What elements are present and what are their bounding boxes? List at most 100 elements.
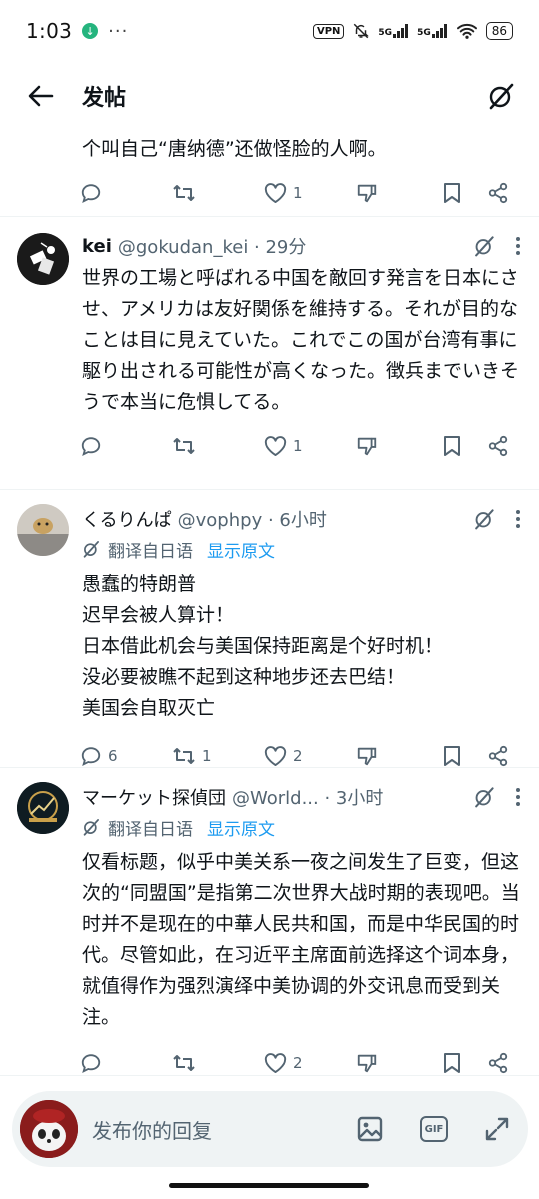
signal-icon-2: 5G bbox=[417, 24, 448, 38]
like-button[interactable]: 1 bbox=[264, 435, 356, 457]
expand-icon[interactable] bbox=[484, 1116, 510, 1142]
post-line: 没必要被瞧不起到这种地步还去巴结！ bbox=[82, 666, 406, 688]
post-line: 日本借此机会与美国保持距离是个好时机！ bbox=[82, 635, 444, 657]
bookmark-button[interactable] bbox=[443, 435, 487, 457]
show-original-link[interactable]: 显示原文 bbox=[207, 815, 275, 840]
thumbs-down-icon bbox=[357, 1054, 377, 1073]
retweet-button[interactable] bbox=[172, 435, 264, 457]
like-count: 1 bbox=[293, 437, 303, 455]
share-button[interactable] bbox=[487, 182, 517, 204]
reply-input[interactable]: 发布你的回复 bbox=[92, 1115, 212, 1144]
bookmark-icon bbox=[444, 436, 460, 456]
wifi-icon bbox=[456, 23, 477, 39]
dislike-button[interactable] bbox=[356, 435, 443, 457]
grok-icon[interactable] bbox=[473, 235, 495, 257]
back-arrow-icon[interactable] bbox=[28, 85, 54, 107]
page-title: 发帖 bbox=[82, 86, 127, 111]
retweet-icon bbox=[173, 1055, 195, 1071]
reply-post[interactable]: くるりんぱ @vophpy · 6小时 翻译自日语 显示原文 愚蠢的特朗普 迟早… bbox=[0, 490, 539, 768]
reply-icon bbox=[81, 747, 101, 766]
reply-button[interactable] bbox=[80, 435, 172, 457]
reply-icon bbox=[81, 1054, 101, 1073]
share-icon bbox=[488, 182, 508, 204]
bookmark-button[interactable] bbox=[443, 745, 487, 767]
reply-icon bbox=[81, 184, 101, 203]
like-button[interactable]: 2 bbox=[264, 1052, 356, 1074]
thumbs-down-icon bbox=[357, 747, 377, 766]
more-options-icon[interactable] bbox=[515, 787, 521, 807]
share-button[interactable] bbox=[487, 745, 517, 767]
reply-button[interactable]: 6 bbox=[80, 745, 172, 767]
thumbs-down-icon bbox=[357, 437, 377, 456]
bookmark-icon bbox=[444, 1053, 460, 1073]
bookmark-button[interactable] bbox=[443, 1052, 487, 1074]
post-meta: くるりんぱ @vophpy · 6小时 bbox=[82, 504, 521, 534]
reply-button[interactable] bbox=[80, 182, 172, 204]
author-name[interactable]: マーケット探偵団 bbox=[82, 784, 226, 810]
share-icon bbox=[488, 745, 508, 767]
gif-icon[interactable]: GIF bbox=[420, 1116, 448, 1142]
bookmark-icon bbox=[444, 746, 460, 766]
reply-post[interactable]: 个叫自己“唐纳德”还做怪脸的人啊。 1 bbox=[0, 130, 539, 217]
heart-icon bbox=[264, 1052, 287, 1073]
reply-post[interactable]: kei @gokudan_kei · 29分 世界の工場と呼ばれる中国を敵回す発… bbox=[0, 217, 539, 490]
avatar[interactable] bbox=[17, 504, 69, 556]
dislike-button[interactable] bbox=[356, 745, 443, 767]
author-handle[interactable]: @World... · 3小时 bbox=[232, 784, 383, 810]
home-indicator[interactable] bbox=[169, 1183, 369, 1188]
vpn-badge: VPN bbox=[312, 23, 345, 39]
bookmark-icon bbox=[444, 183, 460, 203]
translation-row: 翻译自日语 显示原文 bbox=[82, 812, 521, 842]
reply-post[interactable]: マーケット探偵団 @World... · 3小时 翻译自日语 显示原文 仅看标题… bbox=[0, 768, 539, 1076]
heart-icon bbox=[264, 182, 287, 203]
avatar[interactable] bbox=[17, 782, 69, 834]
bookmark-button[interactable] bbox=[443, 182, 487, 204]
avatar bbox=[20, 1100, 78, 1158]
retweet-icon bbox=[173, 185, 195, 201]
share-button[interactable] bbox=[487, 1052, 517, 1074]
share-icon bbox=[488, 435, 508, 457]
grok-icon[interactable] bbox=[473, 508, 495, 530]
author-name[interactable]: kei bbox=[82, 236, 112, 257]
post-meta: マーケット探偵団 @World... · 3小时 bbox=[82, 782, 521, 812]
dislike-button[interactable] bbox=[356, 1052, 443, 1074]
retweet-button[interactable] bbox=[172, 182, 264, 204]
thumbs-down-icon bbox=[357, 184, 377, 203]
author-name[interactable]: くるりんぱ bbox=[82, 506, 172, 532]
more-options-icon[interactable] bbox=[515, 236, 521, 256]
share-icon bbox=[488, 1052, 508, 1074]
author-handle[interactable]: @gokudan_kei · 29分 bbox=[118, 233, 307, 259]
more-options-icon[interactable] bbox=[515, 509, 521, 529]
retweet-icon bbox=[173, 438, 195, 454]
author-handle[interactable]: @vophpy · 6小时 bbox=[178, 506, 327, 532]
retweet-button[interactable] bbox=[172, 1052, 264, 1074]
like-button[interactable]: 2 bbox=[264, 745, 356, 767]
reply-button[interactable] bbox=[80, 1052, 172, 1074]
show-original-link[interactable]: 显示原文 bbox=[207, 537, 275, 562]
reply-count: 6 bbox=[108, 747, 118, 765]
share-button[interactable] bbox=[487, 435, 517, 457]
retweet-button[interactable]: 1 bbox=[172, 745, 264, 767]
mute-icon bbox=[354, 23, 370, 39]
post-line: 愚蠢的特朗普 bbox=[82, 573, 197, 595]
like-count: 2 bbox=[293, 747, 303, 765]
reply-composer-bar[interactable]: 发布你的回复 GIF bbox=[12, 1091, 528, 1167]
heart-icon bbox=[264, 435, 287, 456]
grok-icon[interactable] bbox=[487, 82, 515, 110]
battery-indicator: 86 bbox=[485, 22, 513, 40]
translation-row: 翻译自日语 显示原文 bbox=[82, 534, 521, 564]
post-meta: kei @gokudan_kei · 29分 bbox=[82, 231, 521, 261]
post-line: 美国会自取灭亡 bbox=[82, 697, 216, 719]
top-header: 发帖 bbox=[0, 62, 539, 130]
dislike-button[interactable] bbox=[356, 182, 443, 204]
like-button[interactable]: 1 bbox=[264, 182, 356, 204]
signal-icon-1: 5G bbox=[378, 24, 409, 38]
translated-label: 翻译自日语 bbox=[108, 819, 193, 840]
post-text: 世界の工場と呼ばれる中国を敵回す発言を日本にさせ、アメリカは友好関係を維持する。… bbox=[82, 267, 520, 413]
grok-icon[interactable] bbox=[473, 786, 495, 808]
app-notification-icon: ↓ bbox=[82, 23, 99, 39]
avatar[interactable] bbox=[17, 233, 69, 285]
reply-feed: 个叫自己“唐纳德”还做怪脸的人啊。 1 kei @gokudan_kei · 2… bbox=[0, 130, 539, 1076]
reply-icon bbox=[81, 437, 101, 456]
image-icon[interactable] bbox=[356, 1115, 384, 1143]
